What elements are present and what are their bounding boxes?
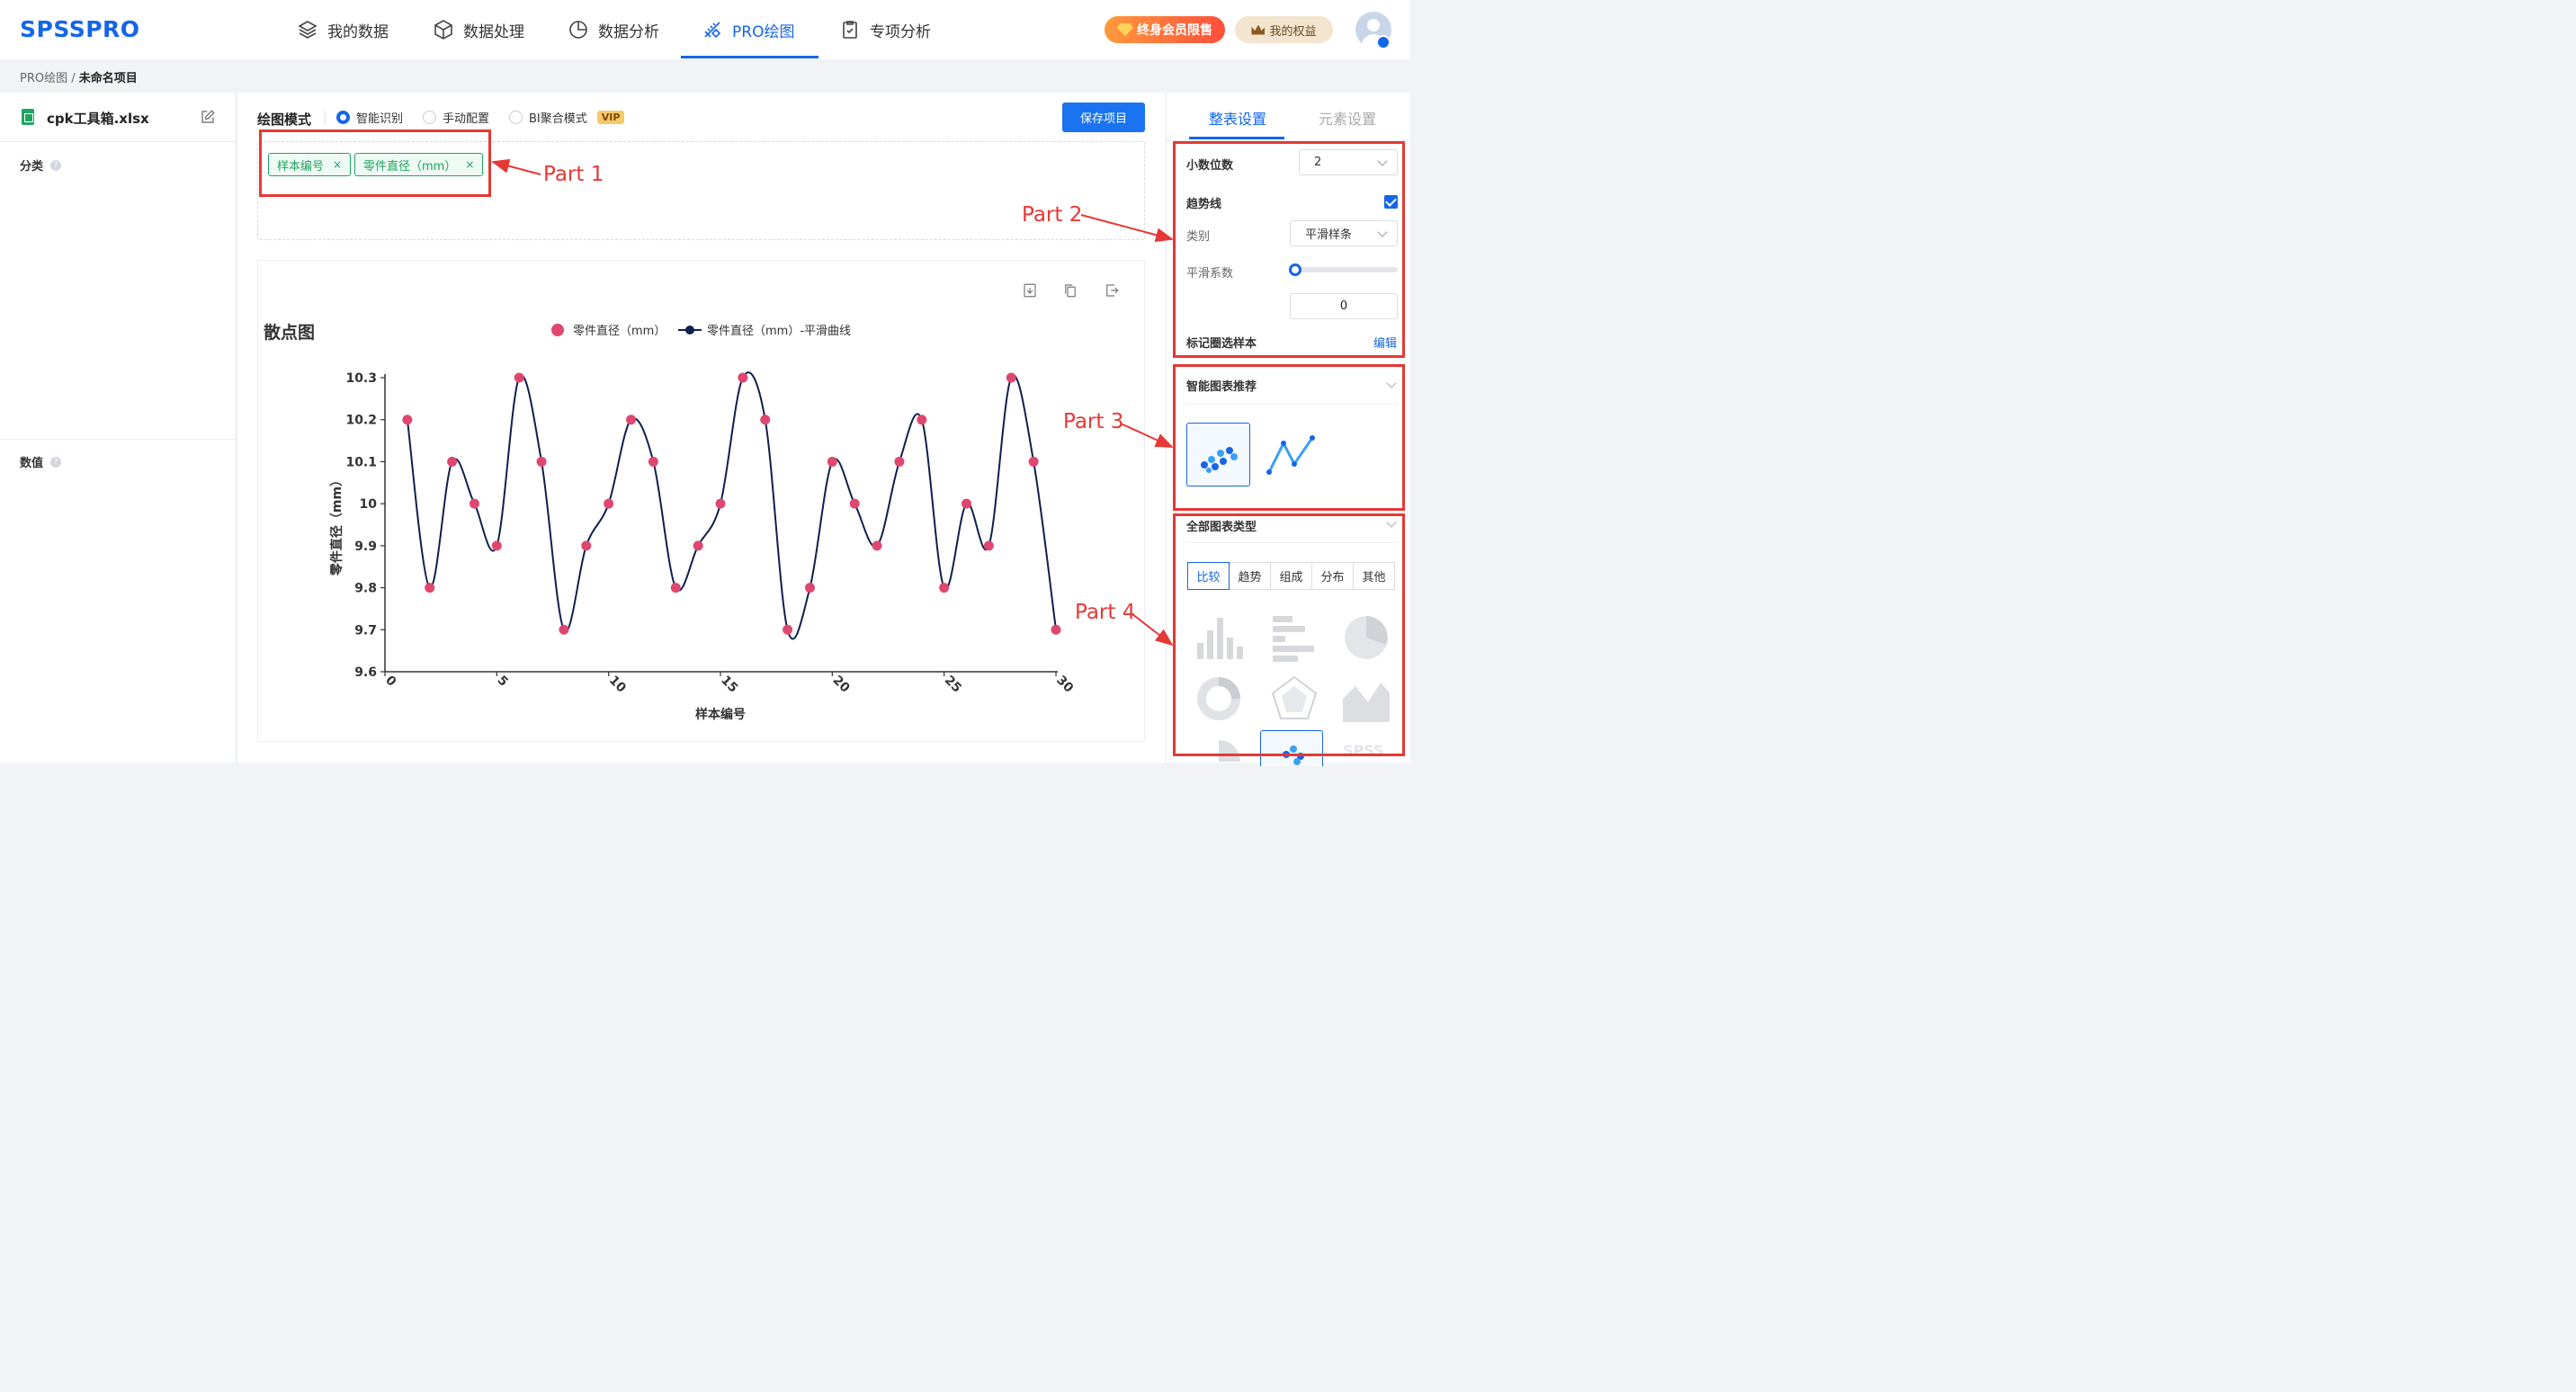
annotation-arrow (1080, 214, 1174, 243)
annotation-arrow (491, 158, 541, 175)
annotation-arrow (1131, 613, 1174, 647)
annotation-arrow (1120, 423, 1174, 448)
annotation-arrows (491, 158, 1174, 647)
tab-compare[interactable]: 比较 (1187, 562, 1230, 590)
